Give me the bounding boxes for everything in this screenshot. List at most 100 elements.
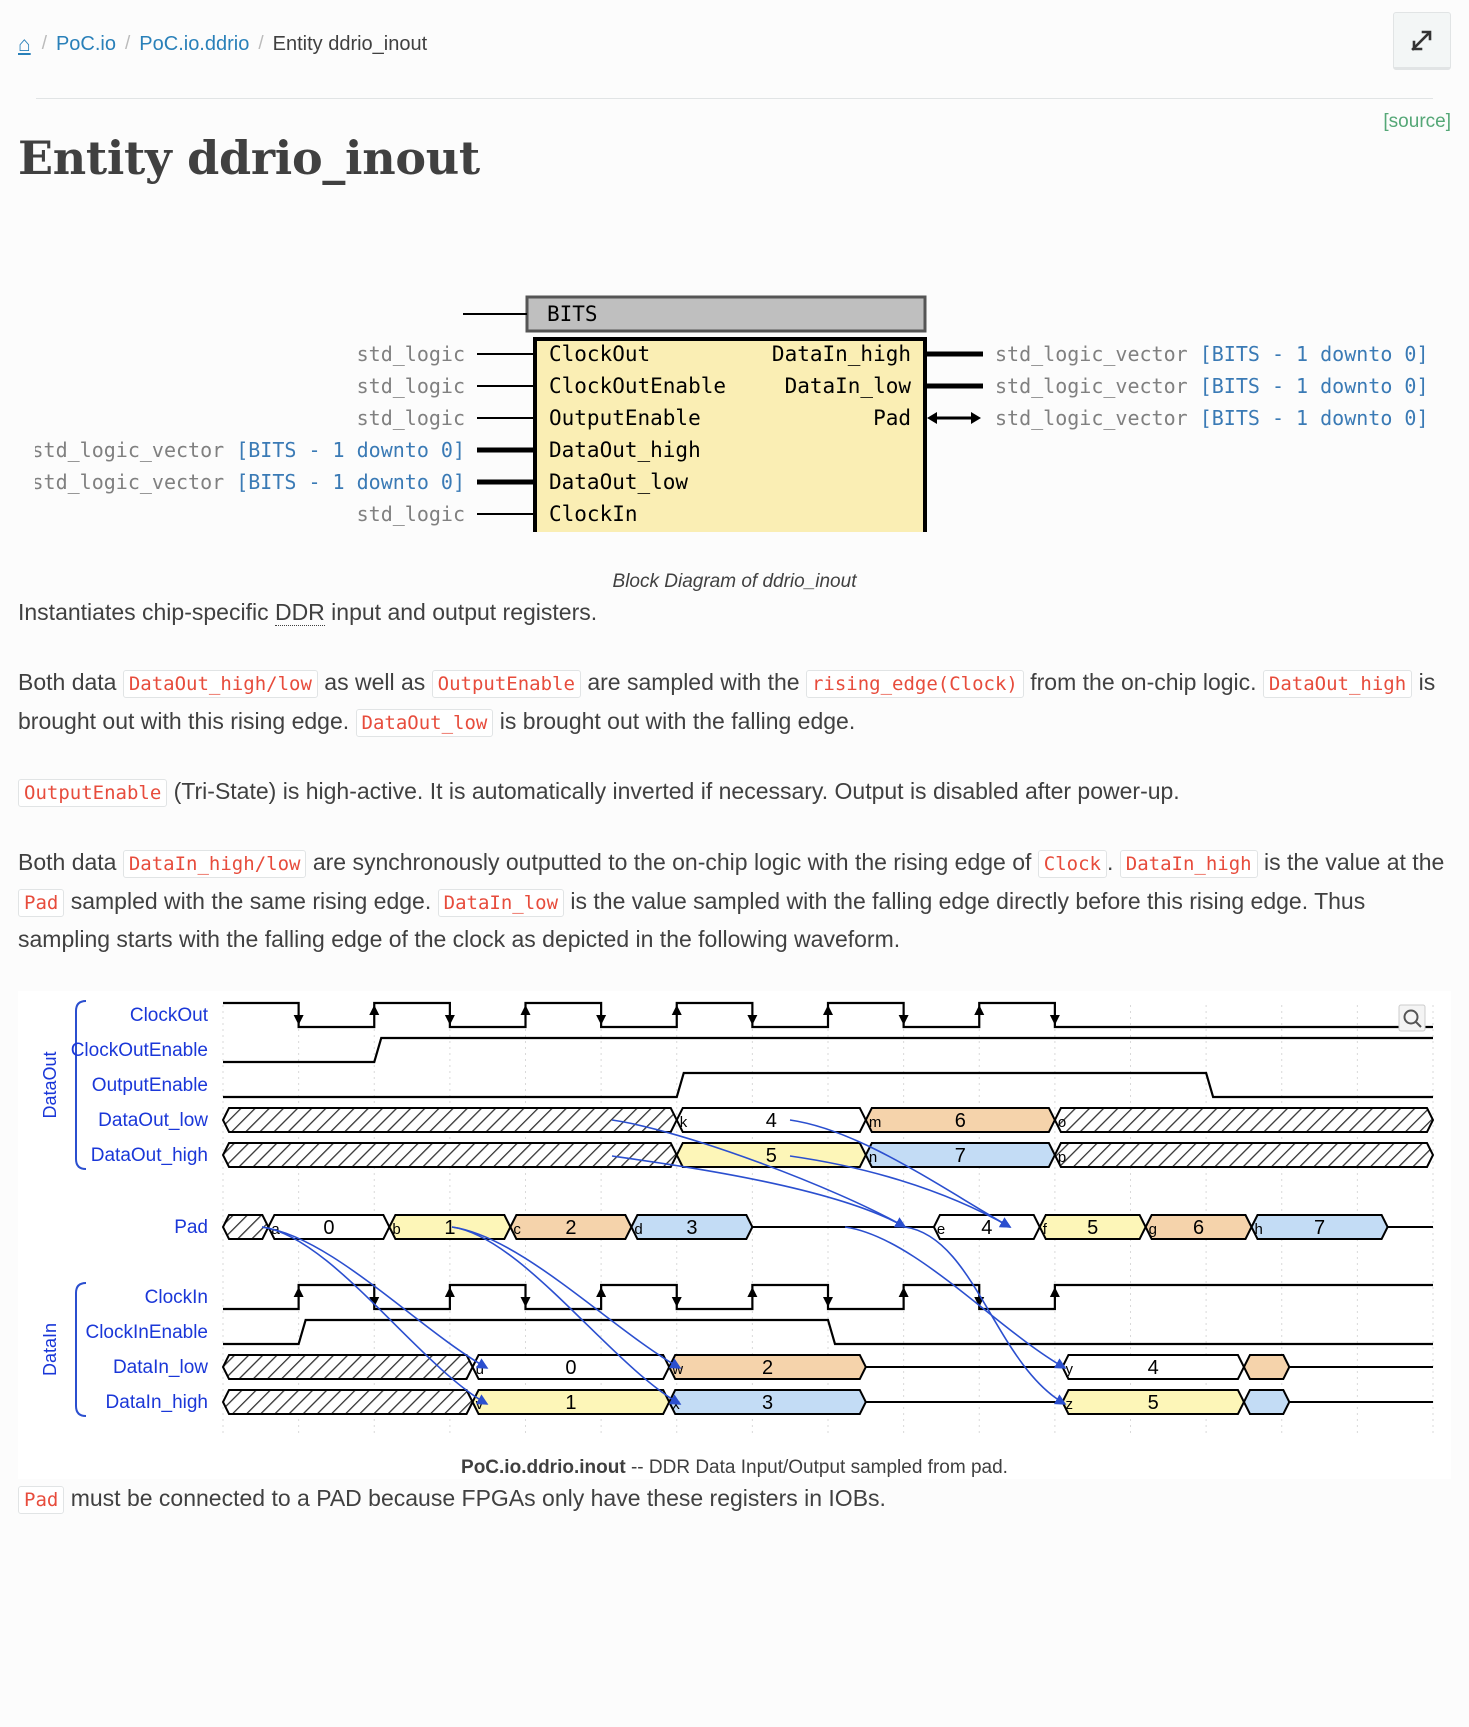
waveform-signal-label-datain_low: DataIn_low <box>113 1357 208 1378</box>
code-dataout-high: DataOut_high <box>1262 670 1413 699</box>
causality-arrow <box>904 1226 1067 1405</box>
waveform-signal-label-datain_high: DataIn_high <box>106 1392 208 1413</box>
bus-cell-marker: x <box>672 1396 680 1413</box>
p4-s5: sampled with the same rising edge. <box>64 887 438 914</box>
breadcrumb: ⌂ / PoC.io / PoC.io.ddrio / Entity ddrio… <box>18 12 1451 70</box>
bus-cell <box>1053 1141 1435 1168</box>
timing-diagram[interactable]: DataOut DataIn ClockOut ClockOutEnable Outpu… <box>18 991 1451 1446</box>
level-waveform <box>223 1071 1433 1099</box>
code-datain-low: DataIn_low <box>437 888 565 917</box>
code-rising-edge-clock: rising_edge(Clock) <box>805 670 1024 699</box>
p1-text-before: Instantiates chip-specific <box>18 598 275 625</box>
bus-cell-value: 4 <box>1148 1357 1159 1379</box>
bus-cell <box>1053 1106 1435 1133</box>
waveform-caption: PoC.io.ddrio.inout -- DDR Data Input/Out… <box>18 1457 1451 1479</box>
port-left-type-dataout_high: std_logic_vector [BITS - 1 downto 0] <box>35 438 465 462</box>
page-title: Entity ddrio_inout <box>18 131 480 185</box>
bus-cell <box>221 1106 678 1133</box>
bus-cell-marker: h <box>1255 1221 1263 1238</box>
clock-waveform <box>223 1283 1433 1311</box>
bus-cell-marker: z <box>1065 1396 1073 1413</box>
port-right-pad: Pad <box>873 406 911 430</box>
bus-cell-marker: y <box>1065 1361 1073 1378</box>
causality-arrow <box>451 1226 682 1369</box>
port-left-clockin: ClockIn <box>549 502 638 526</box>
waveform-signal-label-clockin: ClockIn <box>145 1287 208 1308</box>
paragraph-outputenable: OutputEnable (Tri-State) is high-active.… <box>18 772 1451 811</box>
block-diagram-figure: BITS ClockOut std_logic ClockOutEnable std_l… <box>0 184 1469 593</box>
bus-cell-value: 4 <box>981 1217 992 1239</box>
port-left-dataout_low: DataOut_low <box>549 470 688 494</box>
article-tail: Pad must be connected to a PAD because F… <box>0 1479 1469 1518</box>
waveform-row-datain_low <box>221 1353 1433 1380</box>
magnifier-icon[interactable] <box>1398 1004 1426 1032</box>
bus-cell-value: 5 <box>1087 1217 1098 1239</box>
port-right-type-datain_high: std_logic_vector [BITS - 1 downto 0] <box>995 342 1428 366</box>
clock-waveform <box>223 1001 1433 1029</box>
bus-cell <box>221 1388 474 1415</box>
p4-s4: is the value at the <box>1257 849 1445 876</box>
port-left-type-clockoutenable: std_logic <box>356 374 464 398</box>
causality-arrow <box>789 1119 1012 1228</box>
waveform-row-clockout <box>223 1001 1433 1029</box>
bus-cell-value: 7 <box>1314 1217 1325 1239</box>
p2-s4: from the on-chip logic. <box>1023 669 1263 696</box>
port-left-type-outputenable: std_logic <box>356 406 464 430</box>
port-right-type-pad: std_logic_vector [BITS - 1 downto 0] <box>995 406 1428 430</box>
p4-s2: are synchronously outputted to the on-ch… <box>306 849 1038 876</box>
bus-cell-value: 4 <box>766 1110 777 1132</box>
bus-cell-marker: g <box>1149 1221 1157 1238</box>
port-left-type-dataout_low: std_logic_vector [BITS - 1 downto 0] <box>35 470 465 494</box>
p2-s6: is brought out with the falling edge. <box>493 707 856 734</box>
bus-cell-value: 2 <box>762 1357 773 1379</box>
p2-s2: as well as <box>317 669 432 696</box>
breadcrumb-item-poc-io-ddrio[interactable]: PoC.io.ddrio <box>139 33 249 56</box>
port-right-datain_high: DataIn_high <box>771 342 910 366</box>
waveform-row-dataout_low <box>221 1106 1435 1133</box>
waveform-signal-label-pad: Pad <box>174 1217 208 1238</box>
bus-cell-marker: e <box>937 1221 945 1238</box>
bus-cell <box>221 1353 474 1380</box>
waveform-caption-rest: -- DDR Data Input/Output sampled from pa… <box>625 1456 1008 1478</box>
breadcrumb-separator-1: / <box>125 33 131 54</box>
code-outputenable-1: OutputEnable <box>431 670 581 699</box>
source-link[interactable]: [source] <box>1383 111 1451 133</box>
expand-arrows-icon[interactable] <box>1393 12 1451 70</box>
bus-cell-marker: m <box>869 1114 882 1131</box>
bus-cell-value: 3 <box>686 1217 697 1239</box>
paragraph-dataout: Both data DataOut_high/low as well as Ou… <box>18 663 1451 740</box>
port-left-clockout: ClockOut <box>549 342 650 366</box>
causality-arrow <box>844 1226 1067 1369</box>
waveform-signal-label-outputenable: OutputEnable <box>92 1075 208 1096</box>
breadcrumb-item-poc-io[interactable]: PoC.io <box>56 33 116 56</box>
causality-arrow <box>611 1119 907 1228</box>
waveform-signal-label-clockout: ClockOut <box>130 1005 209 1026</box>
bus-cell <box>221 1213 270 1240</box>
bus-cell-value: 1 <box>565 1392 576 1414</box>
waveform-row-pad <box>221 1213 1433 1240</box>
waveform-group-bracket <box>75 1281 87 1417</box>
p2-s1: Both data <box>18 669 123 696</box>
code-pad-2: Pad <box>18 1485 65 1514</box>
bus-cell-value: 6 <box>955 1110 966 1132</box>
waveform-caption-bold: PoC.io.ddrio.inout <box>461 1456 626 1478</box>
p4-s3: . <box>1106 849 1120 876</box>
p4-s1: Both data <box>18 849 123 876</box>
bus-cell-value: 7 <box>955 1145 966 1167</box>
bus-cell-value: 2 <box>565 1217 576 1239</box>
block-diagram: BITS ClockOut std_logic ClockOutEnable std_l… <box>31 295 1428 581</box>
p2-s3: are sampled with the <box>580 669 806 696</box>
port-right-type-datain_low: std_logic_vector [BITS - 1 downto 0] <box>995 374 1428 398</box>
bus-cell-marker: b <box>392 1221 400 1238</box>
home-icon[interactable]: ⌂ <box>18 34 31 55</box>
port-left-clockoutenable: ClockOutEnable <box>549 374 726 398</box>
waveform-row-clockinenable <box>223 1318 1433 1346</box>
block-diagram-caption: Block Diagram of ddrio_inout <box>612 570 857 592</box>
code-outputenable-2: OutputEnable <box>18 779 168 808</box>
breadcrumb-separator-0: / <box>41 33 47 54</box>
waveform-group-label-dataout: DataOut <box>40 1051 60 1118</box>
paragraph-datain: Both data DataIn_high/low are synchronou… <box>18 843 1451 959</box>
waveform-signal-label-dataout_low: DataOut_low <box>98 1110 208 1131</box>
waveform-group-bracket <box>75 999 87 1170</box>
waveform-row-dataout_high <box>221 1141 1435 1168</box>
